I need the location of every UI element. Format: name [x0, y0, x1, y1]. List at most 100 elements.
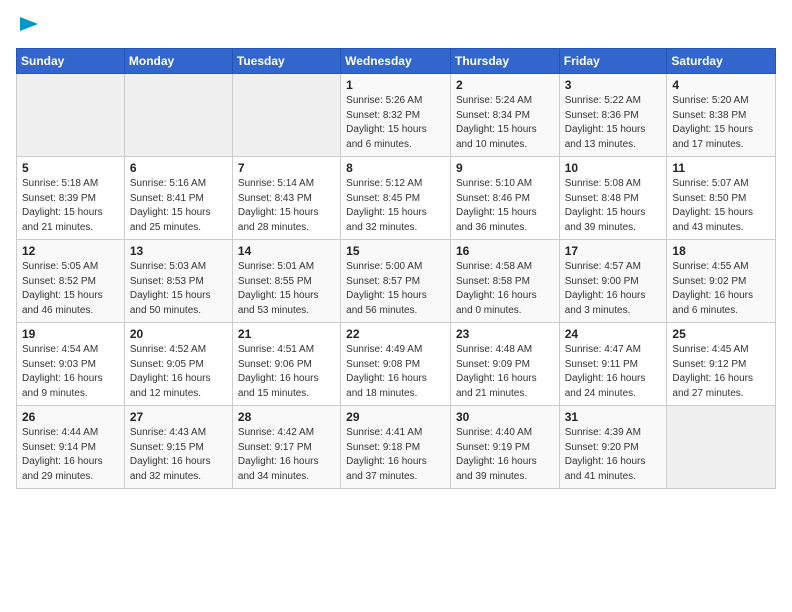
- calendar-cell: [17, 74, 125, 157]
- weekday-header: Sunday: [17, 49, 125, 74]
- day-info: Sunrise: 4:45 AM Sunset: 9:12 PM Dayligh…: [672, 343, 770, 401]
- weekday-header: Wednesday: [341, 49, 451, 74]
- day-info: Sunrise: 5:00 AM Sunset: 8:57 PM Dayligh…: [346, 260, 445, 318]
- day-number: 14: [238, 244, 335, 258]
- day-number: 15: [346, 244, 445, 258]
- day-number: 10: [565, 161, 662, 175]
- calendar-cell: 21 Sunrise: 4:51 AM Sunset: 9:06 PM Dayli…: [232, 323, 340, 406]
- day-info: Sunrise: 4:41 AM Sunset: 9:18 PM Dayligh…: [346, 426, 445, 484]
- day-info: Sunrise: 5:12 AM Sunset: 8:45 PM Dayligh…: [346, 177, 445, 235]
- day-info: Sunrise: 5:16 AM Sunset: 8:41 PM Dayligh…: [130, 177, 227, 235]
- day-info: Sunrise: 5:08 AM Sunset: 8:48 PM Dayligh…: [565, 177, 662, 235]
- calendar-cell: [232, 74, 340, 157]
- day-info: Sunrise: 4:43 AM Sunset: 9:15 PM Dayligh…: [130, 426, 227, 484]
- day-info: Sunrise: 5:24 AM Sunset: 8:34 PM Dayligh…: [456, 94, 554, 152]
- calendar-cell: 10 Sunrise: 5:08 AM Sunset: 8:48 PM Dayli…: [559, 157, 667, 240]
- day-number: 13: [130, 244, 227, 258]
- calendar-cell: 26Sunrise: 4:44 AM Sunset: 9:14 PM Dayli…: [17, 406, 125, 489]
- day-info: Sunrise: 4:39 AM Sunset: 9:20 PM Dayligh…: [565, 426, 662, 484]
- logo: [16, 16, 40, 40]
- calendar-cell: 25 Sunrise: 4:45 AM Sunset: 9:12 PM Dayli…: [667, 323, 776, 406]
- calendar-cell: 11 Sunrise: 5:07 AM Sunset: 8:50 PM Dayli…: [667, 157, 776, 240]
- day-number: 5: [22, 161, 119, 175]
- day-number: 27: [130, 410, 227, 424]
- day-number: 28: [238, 410, 335, 424]
- day-info: Sunrise: 4:52 AM Sunset: 9:05 PM Dayligh…: [130, 343, 227, 401]
- calendar-cell: 7Sunrise: 5:14 AM Sunset: 8:43 PM Daylig…: [232, 157, 340, 240]
- calendar-cell: 5 Sunrise: 5:18 AM Sunset: 8:39 PM Daylig…: [17, 157, 125, 240]
- calendar-cell: 9Sunrise: 5:10 AM Sunset: 8:46 PM Daylig…: [450, 157, 559, 240]
- day-number: 20: [130, 327, 227, 341]
- calendar-cell: 8 Sunrise: 5:12 AM Sunset: 8:45 PM Daylig…: [341, 157, 451, 240]
- calendar-header: SundayMondayTuesdayWednesdayThursdayFrid…: [17, 49, 776, 74]
- calendar-cell: 22 Sunrise: 4:49 AM Sunset: 9:08 PM Dayli…: [341, 323, 451, 406]
- day-info: Sunrise: 4:51 AM Sunset: 9:06 PM Dayligh…: [238, 343, 335, 401]
- day-info: Sunrise: 4:40 AM Sunset: 9:19 PM Dayligh…: [456, 426, 554, 484]
- calendar-cell: 14 Sunrise: 5:01 AM Sunset: 8:55 PM Dayli…: [232, 240, 340, 323]
- calendar-cell: 16 Sunrise: 4:58 AM Sunset: 8:58 PM Dayli…: [450, 240, 559, 323]
- calendar-cell: 27 Sunrise: 4:43 AM Sunset: 9:15 PM Dayli…: [124, 406, 232, 489]
- weekday-header: Saturday: [667, 49, 776, 74]
- day-info: Sunrise: 5:26 AM Sunset: 8:32 PM Dayligh…: [346, 94, 445, 152]
- day-info: Sunrise: 5:01 AM Sunset: 8:55 PM Dayligh…: [238, 260, 335, 318]
- calendar-cell: 28 Sunrise: 4:42 AM Sunset: 9:17 PM Dayli…: [232, 406, 340, 489]
- day-number: 4: [672, 78, 770, 92]
- weekday-header: Monday: [124, 49, 232, 74]
- day-number: 24: [565, 327, 662, 341]
- page-header: [16, 16, 776, 40]
- day-number: 19: [22, 327, 119, 341]
- calendar-cell: 15 Sunrise: 5:00 AM Sunset: 8:57 PM Dayli…: [341, 240, 451, 323]
- day-info: Sunrise: 5:22 AM Sunset: 8:36 PM Dayligh…: [565, 94, 662, 152]
- day-number: 3: [565, 78, 662, 92]
- day-number: 6: [130, 161, 227, 175]
- day-info: Sunrise: 5:18 AM Sunset: 8:39 PM Dayligh…: [22, 177, 119, 235]
- day-info: Sunrise: 5:10 AM Sunset: 8:46 PM Dayligh…: [456, 177, 554, 235]
- day-number: 1: [346, 78, 445, 92]
- day-info: Sunrise: 4:55 AM Sunset: 9:02 PM Dayligh…: [672, 260, 770, 318]
- calendar-cell: 2Sunrise: 5:24 AM Sunset: 8:34 PM Daylig…: [450, 74, 559, 157]
- day-number: 29: [346, 410, 445, 424]
- calendar-cell: 19 Sunrise: 4:54 AM Sunset: 9:03 PM Dayli…: [17, 323, 125, 406]
- day-number: 8: [346, 161, 445, 175]
- calendar-cell: 13 Sunrise: 5:03 AM Sunset: 8:53 PM Dayli…: [124, 240, 232, 323]
- calendar-cell: 17Sunrise: 4:57 AM Sunset: 9:00 PM Dayli…: [559, 240, 667, 323]
- weekday-header: Thursday: [450, 49, 559, 74]
- calendar-table: SundayMondayTuesdayWednesdayThursdayFrid…: [16, 48, 776, 489]
- day-number: 16: [456, 244, 554, 258]
- day-info: Sunrise: 5:20 AM Sunset: 8:38 PM Dayligh…: [672, 94, 770, 152]
- day-info: Sunrise: 4:58 AM Sunset: 8:58 PM Dayligh…: [456, 260, 554, 318]
- day-info: Sunrise: 4:42 AM Sunset: 9:17 PM Dayligh…: [238, 426, 335, 484]
- day-number: 23: [456, 327, 554, 341]
- day-info: Sunrise: 4:49 AM Sunset: 9:08 PM Dayligh…: [346, 343, 445, 401]
- day-info: Sunrise: 5:07 AM Sunset: 8:50 PM Dayligh…: [672, 177, 770, 235]
- weekday-header: Tuesday: [232, 49, 340, 74]
- calendar-cell: 18Sunrise: 4:55 AM Sunset: 9:02 PM Dayli…: [667, 240, 776, 323]
- day-number: 11: [672, 161, 770, 175]
- calendar-cell: 30 Sunrise: 4:40 AM Sunset: 9:19 PM Dayli…: [450, 406, 559, 489]
- calendar-cell: 20 Sunrise: 4:52 AM Sunset: 9:05 PM Dayli…: [124, 323, 232, 406]
- day-info: Sunrise: 5:05 AM Sunset: 8:52 PM Dayligh…: [22, 260, 119, 318]
- day-number: 25: [672, 327, 770, 341]
- day-info: Sunrise: 5:03 AM Sunset: 8:53 PM Dayligh…: [130, 260, 227, 318]
- day-number: 7: [238, 161, 335, 175]
- calendar-cell: 1 Sunrise: 5:26 AM Sunset: 8:32 PM Daylig…: [341, 74, 451, 157]
- day-info: Sunrise: 4:44 AM Sunset: 9:14 PM Dayligh…: [22, 426, 119, 484]
- day-info: Sunrise: 4:48 AM Sunset: 9:09 PM Dayligh…: [456, 343, 554, 401]
- day-number: 22: [346, 327, 445, 341]
- calendar-cell: 6 Sunrise: 5:16 AM Sunset: 8:41 PM Daylig…: [124, 157, 232, 240]
- calendar-cell: 24 Sunrise: 4:47 AM Sunset: 9:11 PM Dayli…: [559, 323, 667, 406]
- calendar-cell: 12Sunrise: 5:05 AM Sunset: 8:52 PM Dayli…: [17, 240, 125, 323]
- calendar-cell: 23 Sunrise: 4:48 AM Sunset: 9:09 PM Dayli…: [450, 323, 559, 406]
- calendar-cell: 29 Sunrise: 4:41 AM Sunset: 9:18 PM Dayli…: [341, 406, 451, 489]
- day-info: Sunrise: 4:54 AM Sunset: 9:03 PM Dayligh…: [22, 343, 119, 401]
- day-number: 30: [456, 410, 554, 424]
- calendar-cell: [667, 406, 776, 489]
- day-info: Sunrise: 4:47 AM Sunset: 9:11 PM Dayligh…: [565, 343, 662, 401]
- day-number: 21: [238, 327, 335, 341]
- calendar-cell: 31 Sunrise: 4:39 AM Sunset: 9:20 PM Dayli…: [559, 406, 667, 489]
- calendar-cell: [124, 74, 232, 157]
- calendar-cell: 4 Sunrise: 5:20 AM Sunset: 8:38 PM Daylig…: [667, 74, 776, 157]
- weekday-header: Friday: [559, 49, 667, 74]
- logo-arrow-icon: [18, 13, 40, 35]
- day-number: 31: [565, 410, 662, 424]
